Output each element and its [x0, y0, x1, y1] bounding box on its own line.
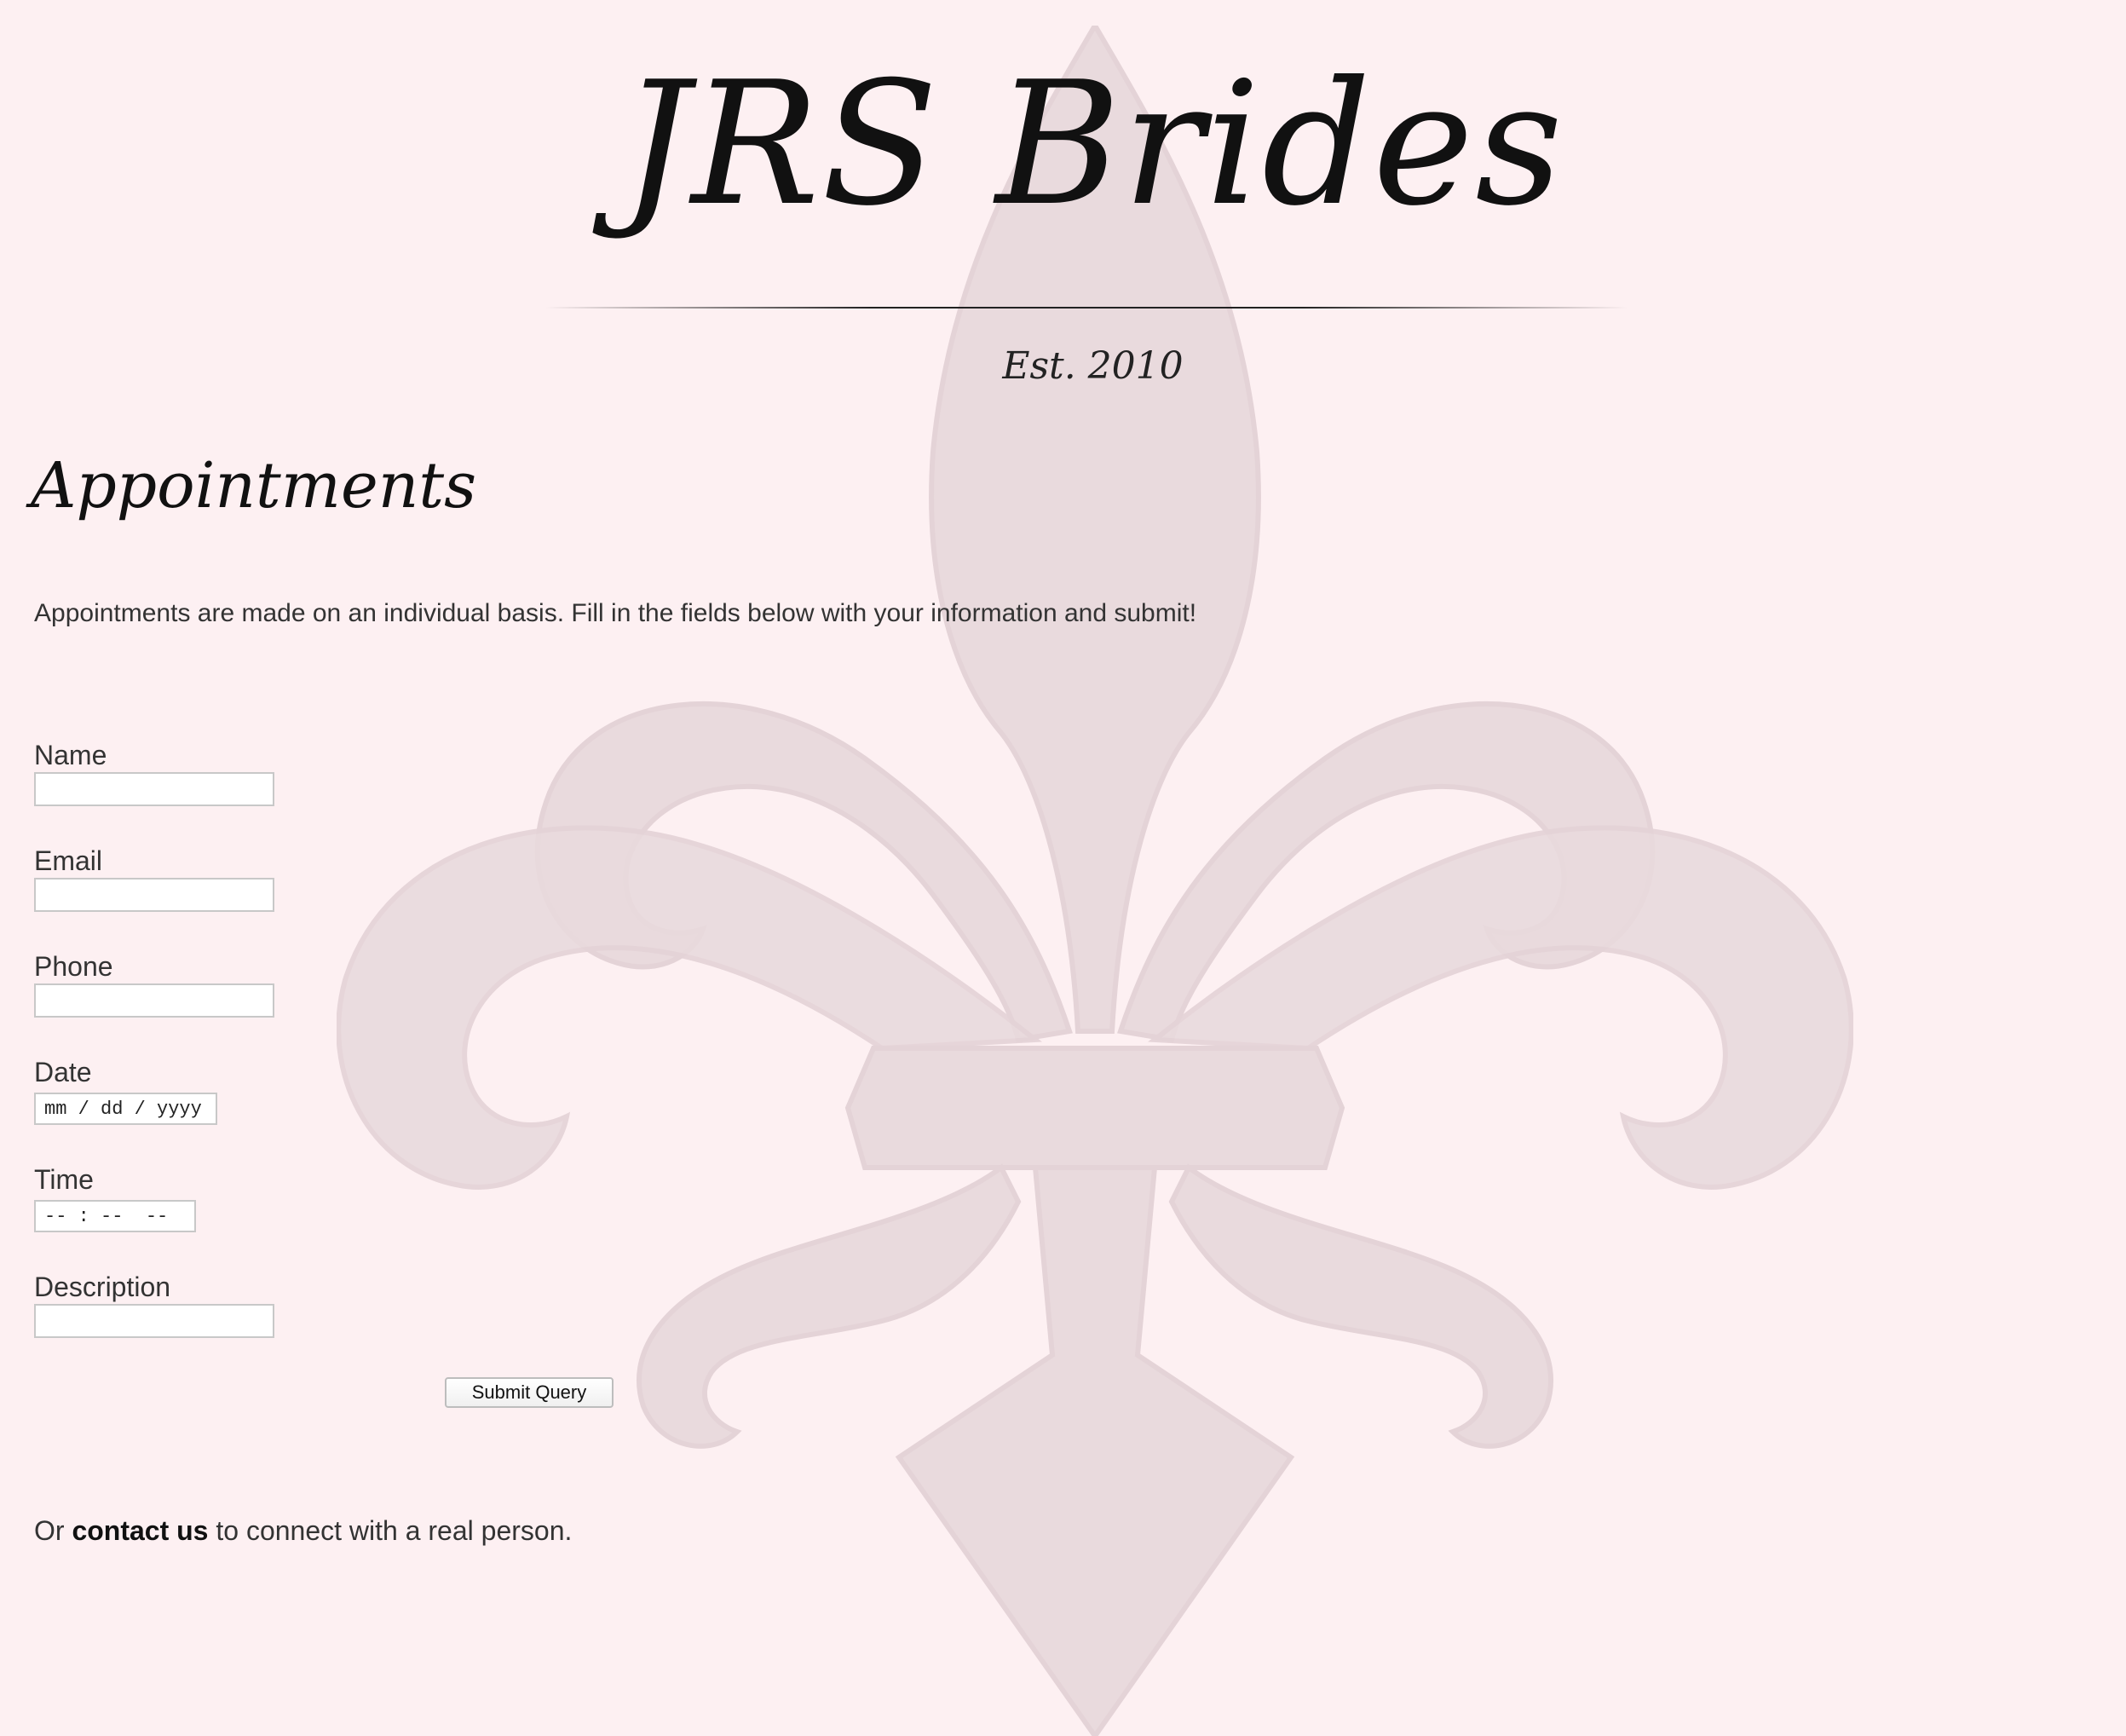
- date-label: Date: [34, 1057, 92, 1087]
- contact-note: Or contact us to connect with a real per…: [34, 1514, 572, 1548]
- contact-note-suffix: to connect with a real person.: [216, 1515, 573, 1546]
- submit-button[interactable]: Submit Query: [445, 1377, 614, 1408]
- brand-logo: JRS Brides: [621, 45, 1564, 244]
- description-label: Description: [34, 1272, 171, 1302]
- intro-text: Appointments are made on an individual b…: [34, 599, 1197, 627]
- phone-input[interactable]: [34, 983, 274, 1018]
- date-input[interactable]: [34, 1093, 217, 1125]
- header-divider: [545, 307, 1628, 309]
- email-label: Email: [34, 845, 103, 876]
- time-input[interactable]: [34, 1200, 196, 1232]
- contact-note-prefix: Or: [34, 1515, 65, 1546]
- page-content: JRS Brides Est. 2010 Appointments Appoin…: [0, 0, 2126, 1736]
- phone-label: Phone: [34, 951, 113, 982]
- description-input[interactable]: [34, 1304, 274, 1338]
- time-label: Time: [34, 1164, 94, 1195]
- contact-us-link[interactable]: contact us: [72, 1515, 208, 1546]
- established-tagline: Est. 2010: [1002, 344, 1184, 388]
- name-input[interactable]: [34, 772, 274, 806]
- name-label: Name: [34, 740, 107, 770]
- page-title: Appointments: [31, 449, 477, 522]
- email-input[interactable]: [34, 878, 274, 912]
